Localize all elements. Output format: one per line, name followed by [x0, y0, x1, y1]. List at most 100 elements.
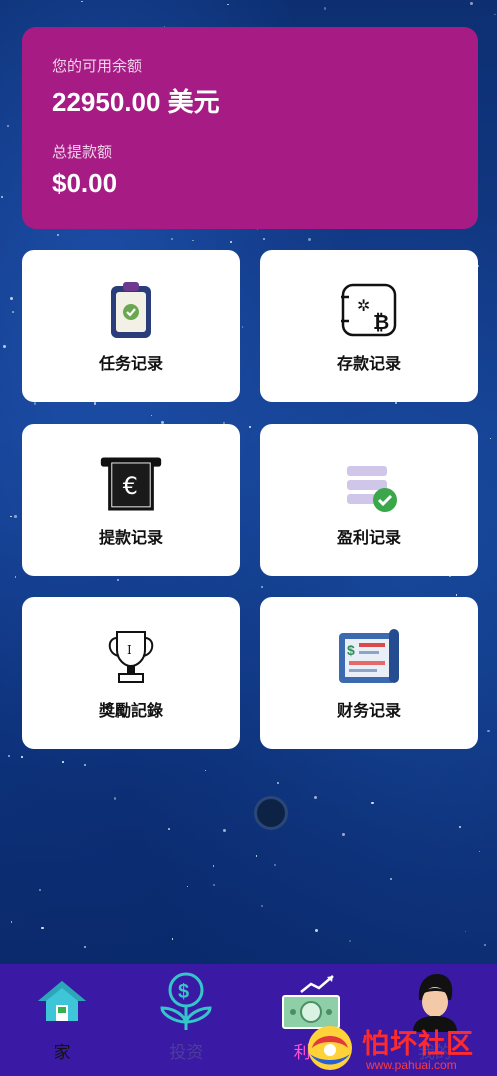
- star: [494, 13, 496, 16]
- home-icon: [30, 970, 94, 1032]
- star: [323, 7, 327, 10]
- tab-home[interactable]: 家: [7, 970, 117, 1063]
- star: [241, 326, 244, 328]
- tile-label: 盈利记录: [336, 528, 401, 547]
- star: [276, 782, 279, 785]
- star: [187, 885, 189, 887]
- available-balance-value: 22950.00 美元: [52, 87, 220, 117]
- star: [212, 865, 215, 867]
- star: [168, 827, 171, 830]
- tab-invest[interactable]: $ 投资: [131, 970, 241, 1063]
- star: [248, 426, 251, 429]
- star: [171, 938, 174, 940]
- tile-finance-records[interactable]: $ 财务记录: [260, 597, 478, 749]
- star: [93, 402, 97, 405]
- star: [11, 310, 14, 313]
- star: [273, 864, 276, 866]
- star: [261, 905, 264, 908]
- tab-label: 家: [53, 1043, 71, 1063]
- tile-profit-records[interactable]: 盈利记录: [260, 424, 478, 576]
- star: [33, 402, 37, 405]
- available-balance-label: 您的可用余额: [52, 57, 143, 75]
- finance-report-icon: $: [337, 625, 401, 689]
- star: [10, 921, 13, 923]
- star: [257, 229, 259, 231]
- star: [487, 729, 490, 733]
- star: [14, 515, 17, 518]
- star: [7, 124, 10, 127]
- star: [204, 769, 207, 772]
- tile-label: 獎勵記錄: [98, 701, 163, 720]
- tile-label: 任务记录: [98, 354, 163, 373]
- star: [192, 239, 194, 242]
- star: [341, 832, 345, 836]
- watermark-logo-icon: [308, 1026, 352, 1070]
- balance-card: 您的可用余额 22950.00 美元 总提款额 $0.00: [22, 27, 478, 229]
- euro-atm-icon: €: [99, 452, 163, 516]
- tile-withdraw-records[interactable]: € 提款记录: [22, 424, 240, 576]
- star: [61, 761, 64, 764]
- star: [212, 883, 215, 886]
- star: [1, 195, 4, 198]
- site-watermark: 怕坏社区 www.pahuai.com: [300, 1018, 497, 1076]
- star: [151, 415, 153, 417]
- star: [116, 578, 119, 581]
- star: [81, 0, 83, 3]
- star: [10, 515, 12, 517]
- star: [57, 234, 59, 237]
- svg-text:$: $: [178, 981, 189, 1003]
- svg-text:✲: ✲: [357, 296, 370, 315]
- watermark-text: 怕坏社区: [362, 1029, 474, 1060]
- tile-reward-records[interactable]: I 獎勵記錄: [22, 597, 240, 749]
- star: [222, 829, 226, 833]
- stack-check-icon: [337, 452, 401, 516]
- star: [314, 796, 318, 800]
- trophy-icon: I: [99, 625, 163, 689]
- tile-deposit-records[interactable]: ✲ ₿ 存款记录: [260, 250, 478, 402]
- money-plant-icon: $: [154, 970, 218, 1032]
- star: [470, 1, 474, 5]
- star: [490, 438, 492, 440]
- bitcoin-exchange-icon: ✲ ₿: [337, 278, 401, 342]
- star: [389, 878, 392, 881]
- star: [455, 594, 457, 596]
- svg-text:₿: ₿: [373, 312, 389, 334]
- tile-task-records[interactable]: 任务记录: [22, 250, 240, 402]
- star: [113, 797, 117, 800]
- star: [478, 850, 481, 853]
- star: [255, 855, 258, 857]
- svg-text:I: I: [127, 643, 132, 657]
- star: [9, 297, 13, 301]
- star: [458, 825, 462, 829]
- star: [41, 927, 44, 930]
- star: [8, 754, 11, 757]
- star: [230, 241, 233, 244]
- star: [21, 755, 24, 758]
- star: [262, 238, 266, 241]
- total-withdraw-label: 总提款额: [52, 143, 113, 161]
- star: [84, 764, 87, 767]
- tile-label: 存款记录: [336, 354, 401, 373]
- star: [14, 576, 17, 578]
- star: [371, 801, 374, 805]
- clipboard-check-icon: [99, 278, 163, 342]
- star: [315, 928, 319, 932]
- star: [483, 944, 486, 947]
- tab-label: 投资: [169, 1043, 204, 1063]
- star: [395, 401, 397, 404]
- star: [349, 939, 352, 942]
- star: [308, 238, 312, 242]
- watermark-url: www.pahuai.com: [366, 1058, 457, 1072]
- star: [464, 931, 466, 933]
- svg-text:€: €: [123, 472, 138, 500]
- svg-text:$: $: [347, 642, 355, 658]
- tile-label: 提款记录: [98, 528, 163, 547]
- star: [3, 345, 7, 349]
- total-withdraw-value: $0.00: [52, 168, 118, 198]
- star: [226, 3, 229, 6]
- star: [170, 238, 173, 241]
- star: [260, 585, 263, 588]
- star: [84, 946, 86, 948]
- decorative-planet: [254, 796, 288, 830]
- tile-label: 财务记录: [336, 701, 401, 720]
